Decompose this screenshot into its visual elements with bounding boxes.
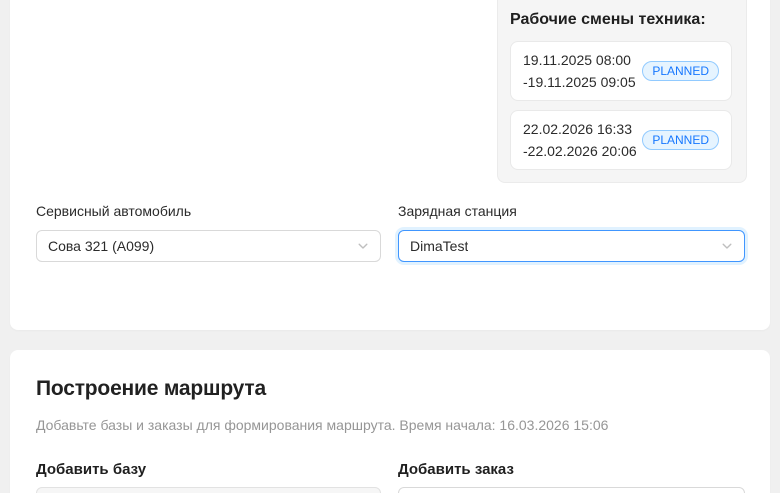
- status-badge: PLANNED: [642, 61, 719, 81]
- shift-start-datetime: 22.02.2026 16:33: [523, 118, 637, 140]
- add-order-label: Добавить заказ: [398, 461, 514, 478]
- vehicle-field-label: Сервисный автомобиль: [36, 203, 191, 219]
- chevron-down-icon: [721, 240, 733, 252]
- vehicle-select-value: Сова 321 (А099): [48, 238, 154, 254]
- shift-dates: 19.11.2025 08:00 -19.11.2025 09:05: [523, 49, 636, 93]
- technician-shifts-panel: Рабочие смены техника: 19.11.2025 08:00 …: [497, 0, 747, 183]
- station-select[interactable]: DimaTest: [398, 230, 745, 262]
- shift-start-datetime: 19.11.2025 08:00: [523, 49, 636, 71]
- add-base-label: Добавить базу: [36, 461, 146, 478]
- vehicle-select[interactable]: Сова 321 (А099): [36, 230, 381, 262]
- route-builder-card: Построение маршрута Добавьте базы и зака…: [10, 350, 770, 493]
- shift-end-datetime: -19.11.2025 09:05: [523, 71, 636, 93]
- route-builder-title: Построение маршрута: [36, 377, 266, 401]
- station-select-value: DimaTest: [410, 238, 468, 254]
- station-field-label: Зарядная станция: [398, 203, 517, 219]
- shift-dates: 22.02.2026 16:33 -22.02.2026 20:06: [523, 118, 637, 162]
- status-badge: PLANNED: [642, 130, 719, 150]
- vehicle-form-card: Рабочие смены техника: 19.11.2025 08:00 …: [10, 0, 770, 330]
- page: Рабочие смены техника: 19.11.2025 08:00 …: [0, 0, 780, 493]
- add-order-select[interactable]: [398, 487, 745, 493]
- shifts-panel-title: Рабочие смены техника:: [510, 11, 706, 29]
- shift-card: 22.02.2026 16:33 -22.02.2026 20:06 PLANN…: [510, 110, 732, 170]
- route-builder-subtitle: Добавьте базы и заказы для формирования …: [36, 417, 608, 433]
- shift-card: 19.11.2025 08:00 -19.11.2025 09:05 PLANN…: [510, 41, 732, 101]
- add-base-select[interactable]: [36, 487, 381, 493]
- shift-end-datetime: -22.02.2026 20:06: [523, 140, 637, 162]
- chevron-down-icon: [357, 240, 369, 252]
